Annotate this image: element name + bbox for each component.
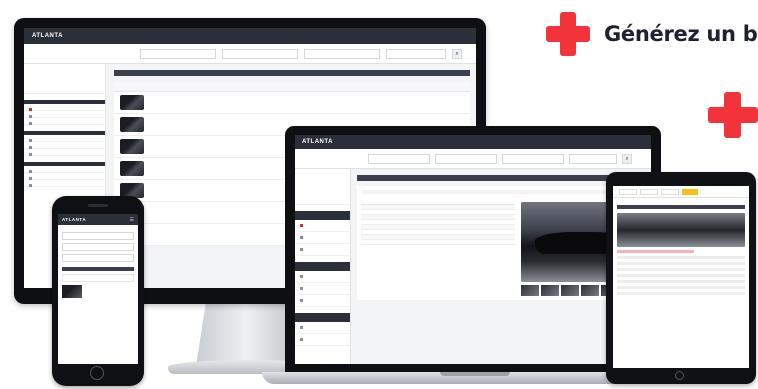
- headline-text: Générez un bo: [604, 22, 758, 46]
- sidebar-item[interactable]: [24, 166, 105, 173]
- red-plus-icon: [546, 12, 590, 56]
- price-line: [617, 250, 694, 253]
- app-logo[interactable]: ATLANTA: [62, 217, 86, 222]
- sidebar-item[interactable]: [295, 244, 350, 256]
- spec-line: [617, 280, 745, 283]
- sidebar-item[interactable]: [295, 271, 350, 283]
- laptop-notch: [440, 372, 510, 376]
- select[interactable]: [640, 188, 658, 195]
- main-content: [357, 175, 647, 364]
- app-topbar: ATLANTA: [295, 135, 651, 149]
- marketing-banner: Générez un bo ATLANTA ⌕ ATLANTA ⌕ ATLANT…: [0, 0, 758, 389]
- sidebar-section: [295, 211, 350, 220]
- sidebar-item[interactable]: [295, 220, 350, 232]
- energy-select[interactable]: [304, 48, 380, 59]
- sidebar-item[interactable]: [24, 149, 105, 156]
- car-photo[interactable]: [617, 213, 745, 247]
- sidebar: [295, 169, 351, 364]
- select[interactable]: [661, 188, 679, 195]
- photo-thumbnail[interactable]: [581, 285, 599, 296]
- section-title: [114, 70, 470, 76]
- table-row[interactable]: [114, 92, 470, 114]
- energy-select[interactable]: [62, 254, 134, 262]
- spec-line: [617, 286, 745, 289]
- sidebar-item[interactable]: [24, 104, 105, 111]
- tablet-header: [613, 186, 749, 198]
- laptop-screen: ATLANTA ⌕: [295, 135, 651, 364]
- section-bar: [62, 267, 134, 271]
- specs-table: [361, 204, 515, 245]
- sidebar-item[interactable]: [295, 295, 350, 307]
- sidebar-logo: [295, 169, 350, 205]
- tablet-screen: [613, 186, 749, 368]
- photo-thumbnail[interactable]: [521, 285, 539, 296]
- spec-line: [617, 256, 745, 259]
- sidebar-item[interactable]: [295, 232, 350, 244]
- monitor-stand: [196, 302, 296, 366]
- sidebar-section: [295, 313, 350, 322]
- phone-speaker: [88, 204, 108, 207]
- card-header: [361, 190, 643, 194]
- keyword-input[interactable]: [569, 153, 617, 164]
- sidebar-item[interactable]: [295, 334, 350, 346]
- car-thumbnail: [120, 95, 144, 110]
- photo-thumbnail[interactable]: [561, 285, 579, 296]
- list-header: [114, 82, 470, 92]
- sidebar-item[interactable]: [24, 118, 105, 125]
- model-select[interactable]: [435, 153, 497, 164]
- brand-select[interactable]: [140, 48, 216, 59]
- model-select[interactable]: [222, 48, 298, 59]
- sidebar-logo: [24, 64, 105, 94]
- select[interactable]: [619, 188, 637, 195]
- sidebar-item[interactable]: [24, 135, 105, 142]
- spec-line: [617, 262, 745, 265]
- card: [62, 274, 134, 282]
- car-thumbnail: [120, 139, 144, 154]
- sidebar-item[interactable]: [24, 111, 105, 118]
- laptop: ATLANTA ⌕: [285, 126, 661, 372]
- tablet: [606, 172, 756, 384]
- sidebar-item[interactable]: [24, 180, 105, 187]
- phone: ATLANTA ☰: [52, 196, 144, 386]
- sidebar-item[interactable]: [24, 142, 105, 149]
- car-thumbnail: [120, 117, 144, 132]
- keyword-input[interactable]: [386, 48, 446, 59]
- search-button[interactable]: [682, 188, 698, 195]
- app-logo[interactable]: ATLANTA: [32, 33, 63, 39]
- list-item[interactable]: [62, 285, 134, 298]
- app-topbar: ATLANTA ☰: [58, 214, 138, 225]
- sidebar-item[interactable]: [24, 173, 105, 180]
- sidebar-section: [295, 262, 350, 271]
- car-thumbnail: [120, 161, 144, 176]
- vehicle-detail-card: [357, 186, 647, 300]
- search-bar: ⌕: [24, 44, 476, 64]
- headline: Générez un bo: [546, 12, 758, 56]
- spec-row: [361, 240, 515, 245]
- home-button[interactable]: [675, 371, 684, 380]
- model-select[interactable]: [62, 243, 134, 251]
- photo-thumbnail[interactable]: [541, 285, 559, 296]
- home-button[interactable]: [90, 366, 104, 380]
- red-plus-icon: [708, 92, 758, 138]
- spec-line: [617, 292, 745, 295]
- divider: [617, 205, 745, 209]
- energy-select[interactable]: [502, 153, 564, 164]
- section-title: [357, 175, 647, 181]
- menu-icon[interactable]: ☰: [130, 217, 134, 223]
- phone-screen: ATLANTA ☰: [58, 214, 138, 364]
- search-bar: ⌕: [295, 149, 651, 169]
- sidebar-item[interactable]: [295, 283, 350, 295]
- sidebar-item[interactable]: [295, 322, 350, 334]
- spec-line: [617, 268, 745, 271]
- spec-line: [617, 274, 745, 277]
- search-button[interactable]: ⌕: [622, 153, 632, 164]
- app-logo[interactable]: ATLANTA: [302, 139, 333, 145]
- brand-select[interactable]: [62, 232, 134, 240]
- search-button[interactable]: ⌕: [452, 48, 462, 59]
- app-topbar: ATLANTA: [24, 28, 476, 44]
- car-thumbnail: [62, 285, 82, 298]
- brand-select[interactable]: [368, 153, 430, 164]
